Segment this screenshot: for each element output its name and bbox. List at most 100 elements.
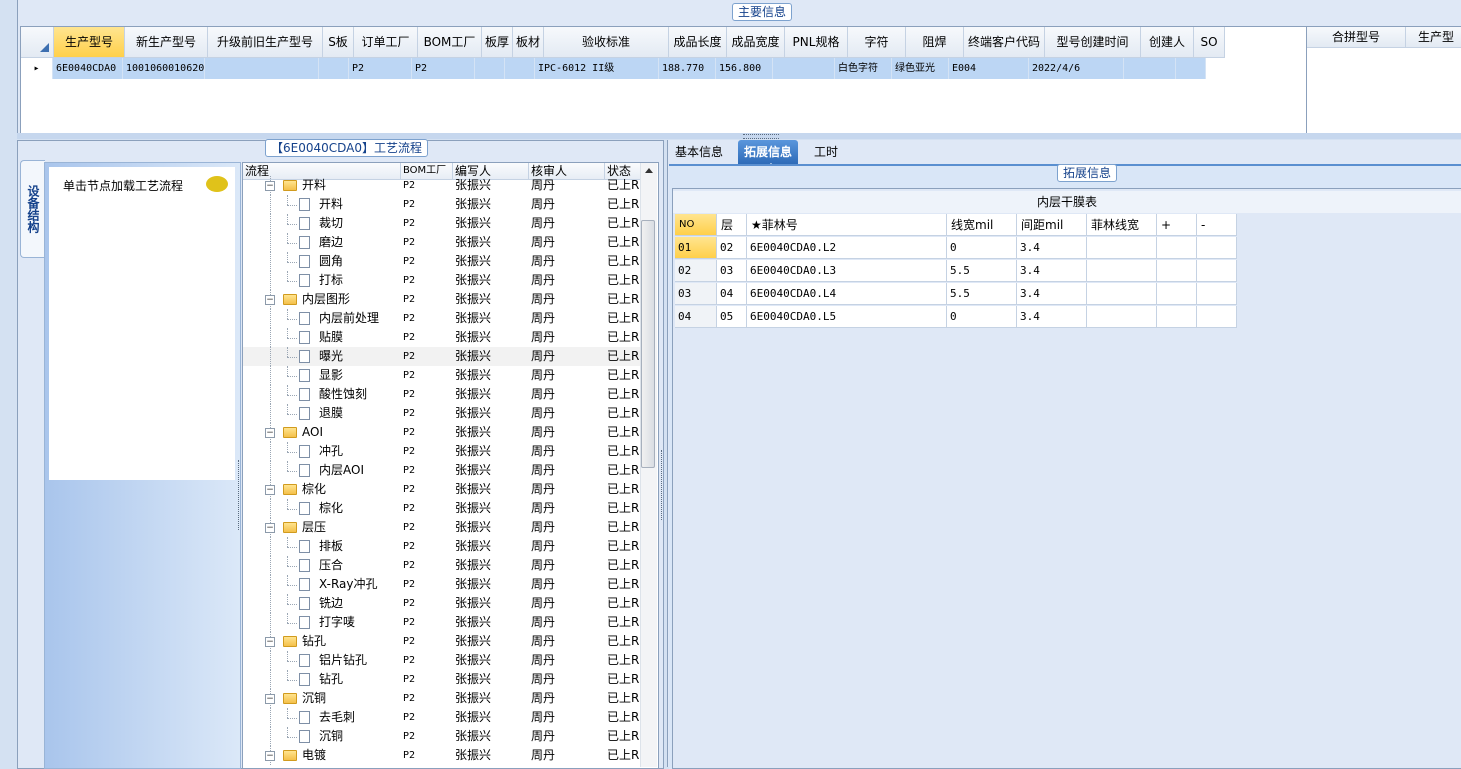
process-group-row[interactable]: − 沉铜 P2 张振兴 周丹 已上R: [243, 689, 643, 708]
status-cell[interactable]: 已上R: [605, 404, 643, 423]
reviewer-cell[interactable]: 周丹: [529, 252, 605, 271]
status-cell[interactable]: 已上R: [605, 347, 643, 366]
process-name-cell[interactable]: 内层AOI: [243, 461, 401, 480]
film-cell[interactable]: [1197, 306, 1237, 328]
reviewer-cell[interactable]: 周丹: [529, 708, 605, 727]
process-name-cell[interactable]: 打标: [243, 271, 401, 290]
film-cell[interactable]: [1087, 260, 1157, 282]
film-cell[interactable]: 04: [717, 283, 747, 305]
equipment-structure-tab[interactable]: 设备结构: [20, 160, 45, 258]
main-cell[interactable]: 156.800: [716, 58, 773, 79]
main-cell[interactable]: [319, 58, 349, 79]
tree-scroll-thumb[interactable]: [641, 220, 655, 468]
film-cell[interactable]: [1197, 237, 1237, 259]
process-name-cell[interactable]: − AOI: [243, 423, 401, 442]
film-row-number[interactable]: 03: [675, 283, 717, 305]
film-col-header[interactable]: ★菲林号: [747, 214, 947, 236]
status-cell[interactable]: 已上R: [605, 385, 643, 404]
writer-cell[interactable]: 张振兴: [453, 233, 529, 252]
process-name-cell[interactable]: 排板: [243, 537, 401, 556]
writer-cell[interactable]: 张振兴: [453, 537, 529, 556]
process-name-cell[interactable]: 开料: [243, 195, 401, 214]
reviewer-cell[interactable]: 周丹: [529, 385, 605, 404]
collapse-icon[interactable]: −: [265, 637, 275, 647]
process-name-cell[interactable]: 去毛刺: [243, 708, 401, 727]
process-step-row[interactable]: 磨边 P2 张振兴 周丹 已上R: [243, 233, 643, 252]
film-col-header[interactable]: 线宽mil: [947, 214, 1017, 236]
bom-cell[interactable]: P2: [401, 594, 453, 613]
status-cell[interactable]: 已上R: [605, 556, 643, 575]
collapse-icon[interactable]: −: [265, 523, 275, 533]
process-name-cell[interactable]: 曝光: [243, 347, 401, 366]
film-col-header[interactable]: 间距mil: [1017, 214, 1087, 236]
collapse-icon[interactable]: −: [265, 751, 275, 761]
film-row-number[interactable]: 04: [675, 306, 717, 328]
main-cell[interactable]: E004: [949, 58, 1029, 79]
collapse-icon[interactable]: −: [265, 485, 275, 495]
film-cell[interactable]: [1157, 306, 1197, 328]
film-cell[interactable]: 3.4: [1017, 237, 1087, 259]
process-step-row[interactable]: 显影 P2 张振兴 周丹 已上R: [243, 366, 643, 385]
bom-cell[interactable]: P2: [401, 499, 453, 518]
main-cell[interactable]: [205, 58, 319, 79]
writer-cell[interactable]: 张振兴: [453, 366, 529, 385]
reviewer-cell[interactable]: 周丹: [529, 689, 605, 708]
bom-cell[interactable]: P2: [401, 404, 453, 423]
process-name-cell[interactable]: 铝片钻孔: [243, 651, 401, 670]
reviewer-cell[interactable]: 周丹: [529, 651, 605, 670]
film-cell[interactable]: 6E0040CDA0.L2: [747, 237, 947, 259]
reviewer-cell[interactable]: 周丹: [529, 195, 605, 214]
writer-cell[interactable]: 张振兴: [453, 689, 529, 708]
process-name-cell[interactable]: 冲孔: [243, 442, 401, 461]
status-cell[interactable]: 已上R: [605, 727, 643, 746]
status-cell[interactable]: 已上R: [605, 537, 643, 556]
writer-cell[interactable]: 张振兴: [453, 613, 529, 632]
bom-cell[interactable]: P2: [401, 727, 453, 746]
process-step-row[interactable]: 内层AOI P2 张振兴 周丹 已上R: [243, 461, 643, 480]
main-cell[interactable]: [1124, 58, 1176, 79]
process-name-cell[interactable]: 钻孔: [243, 670, 401, 689]
process-step-row[interactable]: 内层前处理 P2 张振兴 周丹 已上R: [243, 309, 643, 328]
film-col-header[interactable]: +: [1157, 214, 1197, 236]
collapse-icon[interactable]: −: [265, 295, 275, 305]
row-indicator[interactable]: ▸: [21, 58, 53, 79]
process-group-row[interactable]: − AOI P2 张振兴 周丹 已上R: [243, 423, 643, 442]
main-col-header[interactable]: BOM工厂: [418, 27, 482, 57]
writer-cell[interactable]: 张振兴: [453, 271, 529, 290]
film-cell[interactable]: 5.5: [947, 260, 1017, 282]
process-group-row[interactable]: − 棕化 P2 张振兴 周丹 已上R: [243, 480, 643, 499]
reviewer-cell[interactable]: 周丹: [529, 632, 605, 651]
main-cell[interactable]: [773, 58, 835, 79]
main-col-header[interactable]: 型号创建时间: [1045, 27, 1141, 57]
bom-cell[interactable]: P2: [401, 689, 453, 708]
reviewer-cell[interactable]: 周丹: [529, 404, 605, 423]
bom-cell[interactable]: P2: [401, 575, 453, 594]
film-cell[interactable]: [1087, 237, 1157, 259]
main-col-header[interactable]: 终端客户代码: [964, 27, 1045, 57]
process-name-cell[interactable]: 圆角: [243, 252, 401, 271]
bom-cell[interactable]: P2: [401, 347, 453, 366]
film-cell[interactable]: 6E0040CDA0.L3: [747, 260, 947, 282]
process-step-row[interactable]: 曝光 P2 张振兴 周丹 已上R: [243, 347, 643, 366]
process-step-row[interactable]: 圆角 P2 张振兴 周丹 已上R: [243, 252, 643, 271]
reviewer-cell[interactable]: 周丹: [529, 727, 605, 746]
process-name-cell[interactable]: 铣边: [243, 594, 401, 613]
reviewer-cell[interactable]: 周丹: [529, 613, 605, 632]
right-splitter-grip-icon[interactable]: [661, 450, 666, 520]
film-cell[interactable]: 6E0040CDA0.L4: [747, 283, 947, 305]
process-name-cell[interactable]: 沉铜: [243, 727, 401, 746]
main-cell[interactable]: P2: [412, 58, 475, 79]
status-cell[interactable]: 已上R: [605, 689, 643, 708]
process-name-cell[interactable]: 裁切: [243, 214, 401, 233]
status-cell[interactable]: 已上R: [605, 480, 643, 499]
film-row-number[interactable]: 02: [675, 260, 717, 282]
film-cell[interactable]: 05: [717, 306, 747, 328]
process-group-row[interactable]: − 钻孔 P2 张振兴 周丹 已上R: [243, 632, 643, 651]
main-col-header[interactable]: 订单工厂: [354, 27, 418, 57]
process-step-row[interactable]: 铣边 P2 张振兴 周丹 已上R: [243, 594, 643, 613]
status-cell[interactable]: 已上R: [605, 328, 643, 347]
process-name-cell[interactable]: 磨边: [243, 233, 401, 252]
main-col-header[interactable]: 新生产型号: [125, 27, 208, 57]
bom-cell[interactable]: P2: [401, 461, 453, 480]
main-col-header[interactable]: 阻焊: [906, 27, 964, 57]
